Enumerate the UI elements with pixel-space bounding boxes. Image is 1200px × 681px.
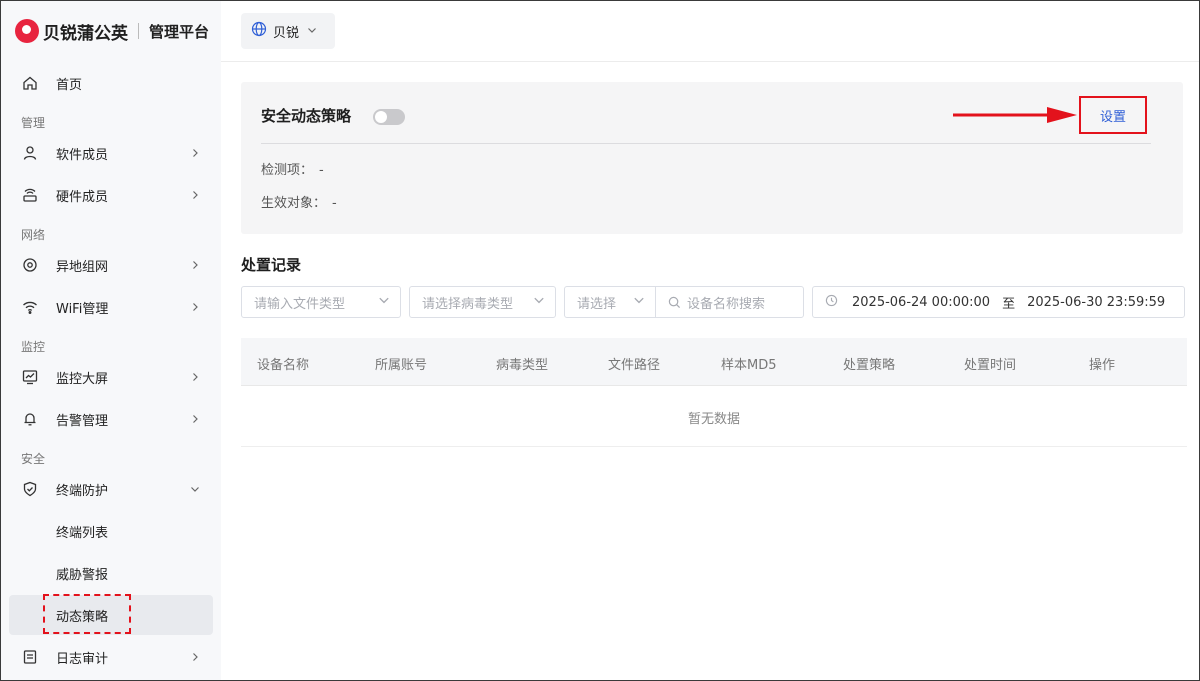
sidebar-item-label: 威胁警报: [56, 567, 109, 583]
sidebar-item-hardware-members[interactable]: 硬件成员: [9, 175, 213, 215]
sidebar-item-label: 硬件成员: [56, 189, 109, 205]
sidebar-item-monitor-screen[interactable]: 监控大屏: [9, 357, 213, 397]
column-header: 处置策略: [843, 358, 896, 373]
network-icon: [21, 256, 39, 274]
sidebar-item-label: 终端防护: [56, 483, 109, 499]
sidebar-item-label: WiFi管理: [56, 301, 109, 317]
org-name: 贝锐: [273, 25, 300, 41]
chevron-down-icon: [307, 24, 317, 39]
date-end[interactable]: 2025-06-30 23:59:59: [1027, 295, 1165, 310]
globe-icon: [251, 21, 267, 41]
virus-type-select[interactable]: 请选择病毒类型: [409, 286, 556, 318]
chevron-right-icon: [183, 652, 207, 662]
chevron-right-icon: [183, 148, 207, 158]
virus-type-placeholder: 请选择病毒类型: [422, 296, 514, 312]
sidebar-item-label: 告警管理: [56, 413, 109, 429]
sidebar-item-label: 软件成员: [56, 147, 109, 163]
sidebar-item-label: 动态策略: [56, 609, 109, 625]
brand: 贝锐蒲公英 管理平台: [15, 18, 209, 44]
red-arrow-annotation: [953, 107, 1077, 123]
column-header: 样本MD5: [721, 358, 777, 373]
section-label-manage: 管理: [21, 116, 46, 130]
column-header: 文件路径: [608, 358, 661, 373]
select-placeholder: 请选择: [577, 296, 617, 312]
section-label-monitor: 监控: [21, 340, 46, 354]
sidebar-item-software-members[interactable]: 软件成员: [9, 133, 213, 173]
chevron-down-icon: [378, 294, 390, 310]
sidebar-item-label: 终端列表: [56, 525, 109, 541]
brand-subtitle: 管理平台: [149, 22, 210, 41]
dandelion-logo-icon: [15, 19, 39, 43]
chevron-right-icon: [183, 372, 207, 382]
column-header: 病毒类型: [496, 358, 549, 373]
file-type-placeholder: 请输入文件类型: [254, 296, 346, 312]
target-label: 生效对象：: [261, 196, 327, 211]
router-icon: [21, 186, 39, 204]
search-field-select[interactable]: 请选择: [564, 286, 656, 318]
chevron-down-icon: [183, 484, 207, 494]
sidebar-item-endpoint-protection[interactable]: 终端防护: [9, 469, 213, 509]
sidebar-item-home[interactable]: 首页: [9, 63, 213, 103]
sidebar-item-log-audit[interactable]: 日志审计: [9, 637, 213, 677]
search-icon: [668, 296, 681, 309]
sidebar: 贝锐蒲公英 管理平台 首页 管理 软件成员 硬件成员 网络 异地组网 WiFi管…: [1, 1, 221, 680]
home-icon: [21, 74, 39, 92]
detect-items-label: 检测项：: [261, 163, 314, 178]
column-header: 处置时间: [964, 358, 1017, 373]
chevron-down-icon: [533, 294, 545, 310]
document-icon: [21, 648, 39, 666]
shield-icon: [21, 480, 39, 498]
table-header: 设备名称 所属账号 病毒类型 文件路径 样本MD5 处置策略 处置时间 操作: [241, 338, 1187, 386]
bell-icon: [21, 410, 39, 428]
chevron-right-icon: [183, 260, 207, 270]
date-range-picker[interactable]: 2025-06-24 00:00:00 至 2025-06-30 23:59:5…: [812, 286, 1185, 318]
empty-state-text: 暂无数据: [687, 412, 740, 427]
column-header: 操作: [1089, 358, 1116, 373]
sidebar-item-remote-network[interactable]: 异地组网: [9, 245, 213, 285]
policy-enable-toggle[interactable]: [373, 109, 405, 125]
sidebar-item-dynamic-policy[interactable]: 动态策略: [9, 595, 213, 635]
sidebar-item-wifi[interactable]: WiFi管理: [9, 287, 213, 327]
device-search-input[interactable]: 设备名称搜索: [655, 286, 804, 318]
sidebar-item-label: 首页: [56, 77, 83, 93]
org-switcher[interactable]: 贝锐: [241, 13, 335, 49]
detect-items-value: -: [319, 163, 324, 178]
sidebar-item-label: 监控大屏: [56, 371, 109, 387]
target-field: 生效对象： -: [261, 192, 337, 211]
app-window: 贝锐蒲公英 管理平台 首页 管理 软件成员 硬件成员 网络 异地组网 WiFi管…: [0, 0, 1200, 681]
file-type-select[interactable]: 请输入文件类型: [241, 286, 401, 318]
dashboard-icon: [21, 368, 39, 386]
sidebar-item-alarm[interactable]: 告警管理: [9, 399, 213, 439]
policy-title: 安全动态策略: [261, 107, 352, 125]
date-start[interactable]: 2025-06-24 00:00:00: [852, 295, 990, 310]
chevron-right-icon: [183, 190, 207, 200]
card-divider: [261, 143, 1151, 144]
section-label-security: 安全: [21, 452, 46, 466]
table-empty-row: 暂无数据: [241, 387, 1187, 447]
device-search-placeholder: 设备名称搜索: [687, 296, 766, 312]
chevron-down-icon: [633, 294, 645, 310]
top-header: 贝锐: [221, 1, 1199, 62]
detect-items-field: 检测项： -: [261, 159, 324, 178]
brand-name: 贝锐蒲公英: [43, 23, 128, 44]
sidebar-item-label: 日志审计: [56, 651, 109, 667]
section-label-network: 网络: [21, 228, 46, 242]
records-title: 处置记录: [241, 256, 302, 274]
column-header: 设备名称: [257, 358, 310, 373]
column-header: 所属账号: [375, 358, 428, 373]
sidebar-item-threat-alert[interactable]: 威胁警报: [9, 553, 213, 593]
chevron-right-icon: [183, 414, 207, 424]
brand-divider: [138, 23, 139, 39]
sidebar-item-endpoint-list[interactable]: 终端列表: [9, 511, 213, 551]
sidebar-item-label: 异地组网: [56, 259, 109, 275]
chevron-right-icon: [183, 302, 207, 312]
date-separator: 至: [1002, 296, 1016, 312]
settings-button[interactable]: 设置: [1079, 96, 1147, 134]
user-icon: [21, 144, 39, 162]
wifi-icon: [21, 298, 39, 316]
clock-icon: [825, 294, 838, 311]
target-value: -: [332, 196, 337, 211]
